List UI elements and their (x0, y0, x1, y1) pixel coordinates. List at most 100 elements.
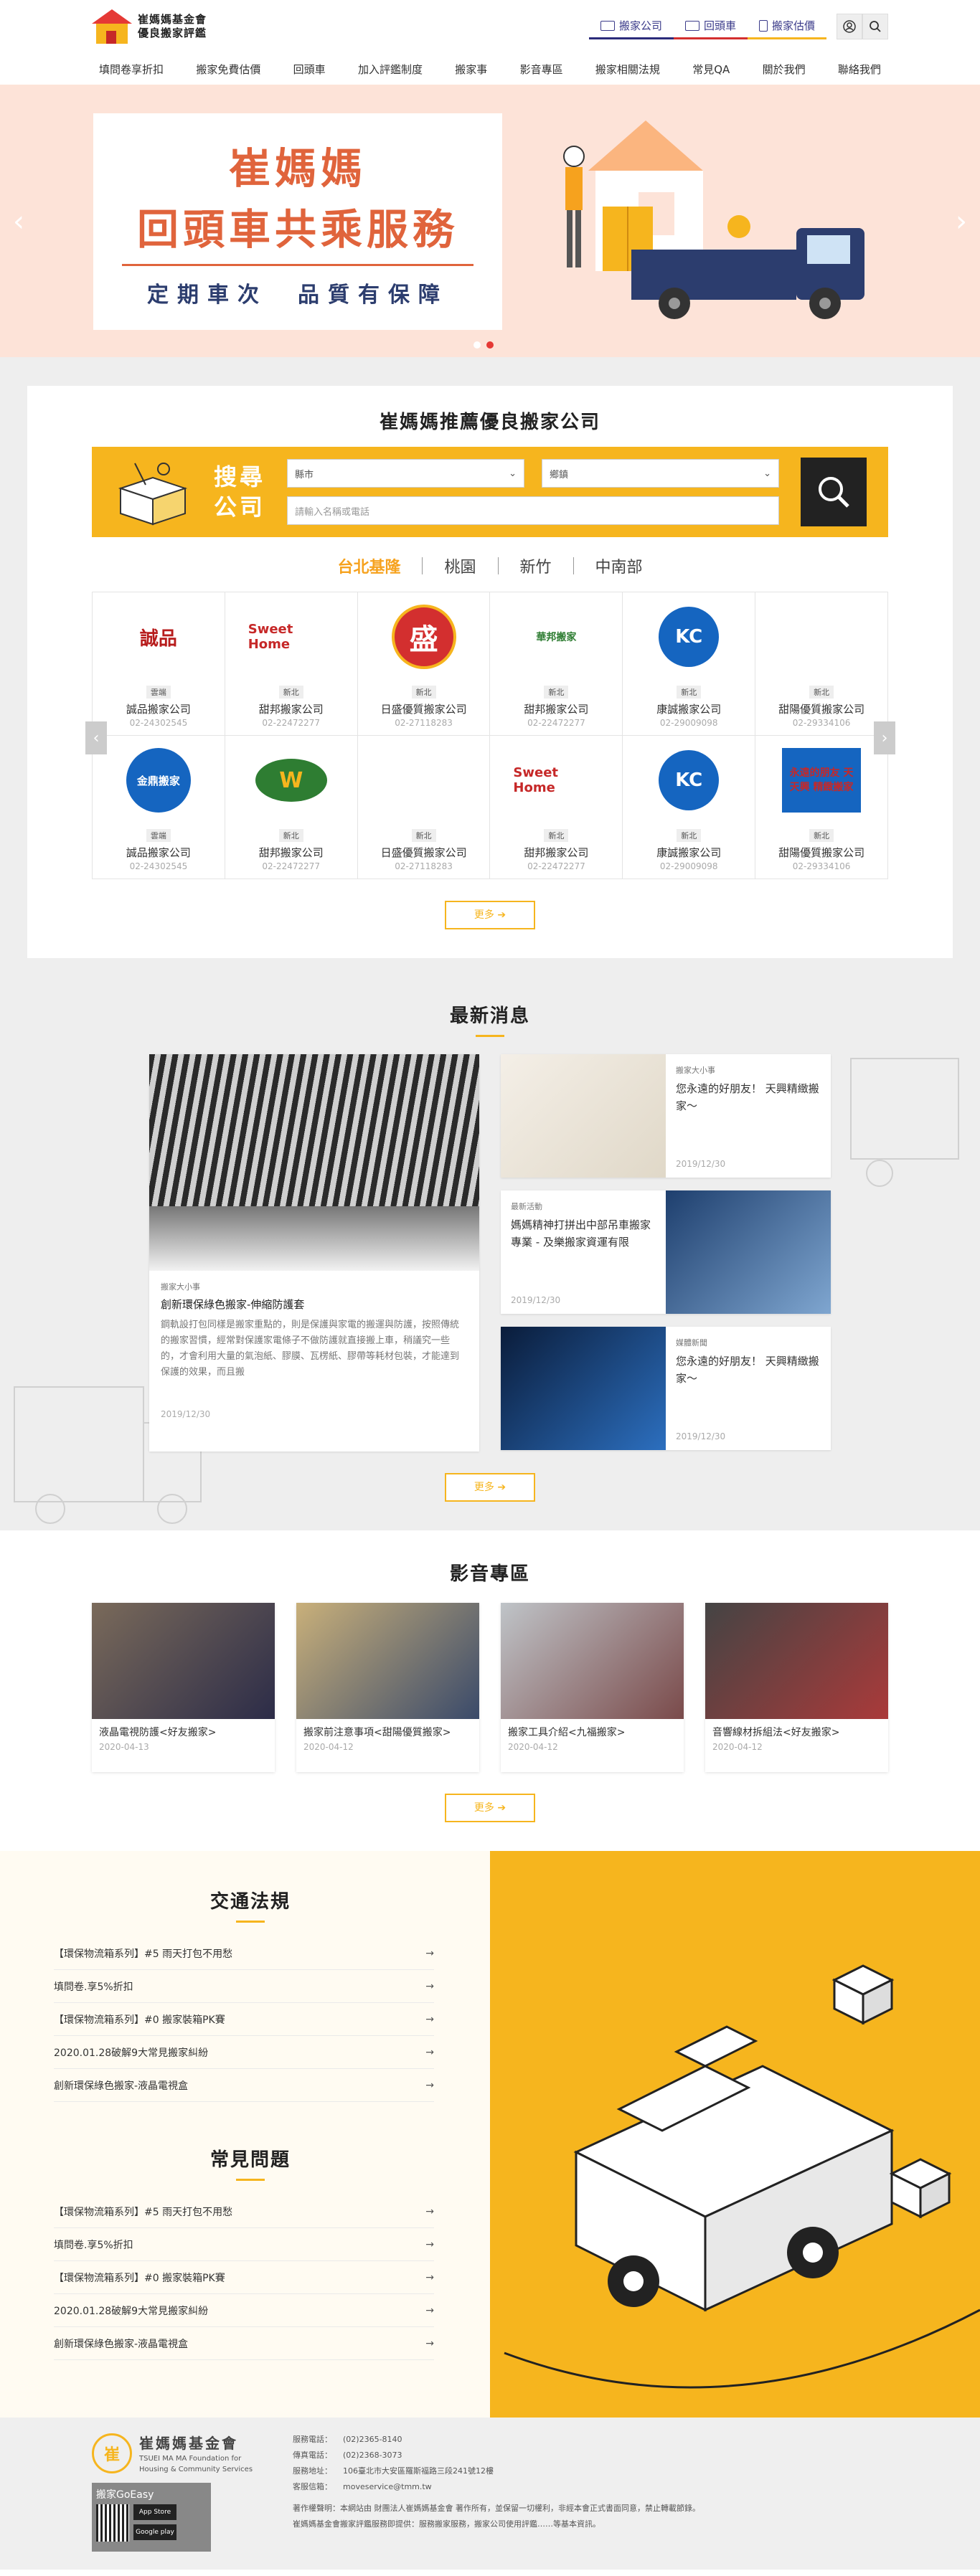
video-card-date: 2020-04-13 (99, 1742, 149, 1752)
site-logo[interactable]: 崔媽媽基金會 優良搬家評鑑 (92, 9, 207, 44)
company-region-badge: 新北 (677, 829, 702, 842)
law-list-item[interactable]: 2020.01.28破解9大常見搬家糾紛 → (54, 2036, 434, 2069)
grid-prev-arrow-icon[interactable]: ‹ (85, 721, 107, 754)
news-side-card[interactable]: 媒體新聞 您永遠的好朋友！ 天興精緻搬家～ 2019/12/30 (501, 1327, 831, 1450)
faq-list-item[interactable]: 2020.01.28破解9大常見搬家糾紛 → (54, 2294, 434, 2327)
site-footer: 崔 崔媽媽基金會 TSUEI MA MA Foundation for Hous… (0, 2418, 980, 2570)
company-name: 誠品搬家公司 (126, 846, 191, 859)
nav-moving[interactable]: 搬家事 (455, 62, 487, 77)
company-card[interactable]: KC 新北 康誠搬家公司 02-29009098 (623, 592, 756, 736)
company-card[interactable]: 新北 甜陽優質搬家公司 02-29334106 (755, 592, 888, 736)
law-list-item[interactable]: 【環保物流箱系列】#5 雨天打包不用愁 → (54, 1937, 434, 1970)
faq-list-item[interactable]: 創新環保綠色搬家-液晶電視盒 → (54, 2327, 434, 2360)
news-more-button[interactable]: 更多 ➔ (445, 1473, 535, 1502)
company-card[interactable]: 華邦搬家 新北 甜邦搬家公司 02-22472277 (490, 592, 623, 736)
grid-next-arrow-icon[interactable]: › (874, 721, 895, 754)
quick-link-estimate[interactable]: 搬家估價 (747, 15, 826, 39)
nav-survey[interactable]: 填問卷享折扣 (99, 62, 164, 77)
footer-email-link[interactable]: moveservice@tmm.tw (343, 2482, 432, 2491)
recommend-more-button[interactable]: 更多 ➔ (445, 901, 535, 929)
google-play-button[interactable]: Google play (133, 2524, 176, 2540)
company-logo: 金鼎搬家 (116, 744, 202, 816)
company-name-input[interactable]: 請輸入名稱或電話 (287, 496, 779, 525)
company-name: 甜邦搬家公司 (258, 703, 324, 716)
company-card[interactable]: 盛新北 日盛優質搬家公司 02-27118283 (357, 592, 491, 736)
quick-link-return-truck[interactable]: 回頭車 (673, 15, 748, 39)
law-list-item[interactable]: 填問卷.享5%折扣 → (54, 1970, 434, 2003)
company-region-badge: 新北 (278, 686, 303, 699)
video-card[interactable]: 搬家工具介紹<九福搬家> 2020-04-12 (501, 1603, 684, 1772)
banner-next-arrow-icon[interactable]: › (956, 205, 967, 238)
search-icon (819, 477, 849, 508)
company-card[interactable]: W 新北 甜邦搬家公司 02-22472277 (225, 736, 358, 879)
nav-contact[interactable]: 聯絡我們 (838, 62, 881, 77)
news-date: 2019/12/30 (676, 1159, 726, 1169)
company-card[interactable]: KC 新北 康誠搬家公司 02-29009098 (623, 736, 756, 879)
banner-dot-active[interactable] (486, 341, 494, 349)
video-card[interactable]: 搬家前注意事項<甜陽優質搬家> 2020-04-12 (296, 1603, 479, 1772)
nav-return-truck[interactable]: 回頭車 (293, 62, 326, 77)
video-card[interactable]: 液晶電視防護<好友搬家> 2020-04-13 (92, 1603, 275, 1772)
footer-logo[interactable]: 崔 崔媽媽基金會 TSUEI MA MA Foundation for Hous… (92, 2432, 264, 2474)
video-thumbnail (501, 1603, 684, 1719)
logo-house-icon (92, 9, 132, 44)
faq-list-item[interactable]: 填問卷.享5%折扣 → (54, 2228, 434, 2261)
nav-estimate[interactable]: 搬家免費估價 (196, 62, 260, 77)
arrow-right-icon: → (425, 2046, 434, 2058)
district-select[interactable]: 鄉鎮 ⌄ (542, 459, 780, 488)
app-label: 搬家GoEasy (96, 2489, 154, 2501)
logo-line2: 優良搬家評鑑 (138, 27, 207, 39)
company-card[interactable]: 永遠的朋友 天天興 精緻搬家 新北 甜陽優質搬家公司 02-29334106 (755, 736, 888, 879)
faq-list-item[interactable]: 【環保物流箱系列】#5 雨天打包不用愁 → (54, 2195, 434, 2228)
city-select[interactable]: 縣市 ⌄ (287, 459, 525, 488)
law-list-item[interactable]: 【環保物流箱系列】#0 搬家裝箱PK賽 → (54, 2003, 434, 2036)
footer-copyright-1: 著作權聲明：本網站由 財團法人崔媽媽基金會 著作所有，並保留一切權利，非經本會正… (293, 2504, 700, 2513)
law-list-item[interactable]: 創新環保綠色搬家-液晶電視盒 → (54, 2069, 434, 2102)
banner-dot[interactable] (473, 341, 481, 349)
nav-video[interactable]: 影音專區 (520, 62, 563, 77)
company-card[interactable]: 新北 日盛優質搬家公司 02-27118283 (357, 736, 491, 879)
laws-list: 【環保物流箱系列】#5 雨天打包不用愁 → 填問卷.享5%折扣 → 【環保物流箱系列… (54, 1937, 434, 2102)
tab-hsinchu[interactable]: 新竹 (499, 554, 573, 577)
app-store-button[interactable]: App Store (133, 2504, 176, 2520)
quick-link-movers[interactable]: 搬家公司 (588, 15, 674, 39)
company-name: 日盛優質搬家公司 (380, 846, 467, 859)
company-card[interactable]: 金鼎搬家 雲端 誠品搬家公司 02-24302545 (93, 736, 225, 879)
tab-central-south[interactable]: 中南部 (574, 554, 664, 577)
company-logo: KC (646, 744, 732, 816)
chevron-down-icon: ⌄ (509, 468, 517, 479)
hero-banner[interactable]: 崔媽媽 回頭車共乘服務 定期車次 品質有保障 ‹ › (0, 85, 980, 357)
banner-prev-arrow-icon[interactable]: ‹ (13, 205, 24, 238)
video-card[interactable]: 音響線材拆組法<好友搬家> 2020-04-12 (705, 1603, 888, 1772)
arrow-right-icon: → (425, 1980, 434, 1992)
nav-about[interactable]: 關於我們 (763, 62, 806, 77)
company-card[interactable]: Sweet Home 新北 甜邦搬家公司 02-22472277 (225, 592, 358, 736)
company-logo: 盛 (381, 601, 467, 673)
banner-dots (473, 341, 494, 349)
news-side-card[interactable]: 最新活動 媽媽精神打拼出中部吊車搬家專業 - 及樂搬家資運有限 2019/12/… (501, 1190, 831, 1314)
footer-name-en2: Housing & Community Services (139, 2466, 253, 2473)
app-download-box: 搬家GoEasy App Store Google play (92, 2483, 211, 2552)
news-side-title: 您永遠的好朋友！ 天興精緻搬家～ (676, 1355, 819, 1385)
footer-info-label: 客服信箱： (293, 2482, 332, 2491)
company-logo: W (248, 744, 334, 816)
company-search-button[interactable] (801, 458, 867, 526)
news-main-title: 創新環保綠色搬家-伸縮防護套 (161, 1298, 305, 1311)
search-button[interactable] (862, 14, 888, 39)
tab-taipei[interactable]: 台北基隆 (316, 554, 422, 577)
nav-join[interactable]: 加入評鑑制度 (358, 62, 423, 77)
company-phone: 02-22472277 (527, 861, 585, 871)
company-card[interactable]: 誠品 雲端 誠品搬家公司 02-24302545 (93, 592, 225, 736)
news-side-card[interactable]: 搬家大小事 您永遠的好朋友！ 天興精緻搬家～ 2019/12/30 (501, 1054, 831, 1178)
company-card[interactable]: Sweet Home 新北 甜邦搬家公司 02-22472277 (490, 736, 623, 879)
video-card-date: 2020-04-12 (712, 1742, 763, 1752)
company-name: 甜陽優質搬家公司 (778, 846, 865, 859)
nav-laws[interactable]: 搬家相關法規 (595, 62, 660, 77)
nav-qa[interactable]: 常見QA (692, 62, 730, 77)
tab-taoyuan[interactable]: 桃園 (423, 554, 497, 577)
user-button[interactable] (837, 14, 862, 39)
video-more-button[interactable]: 更多 ➔ (445, 1794, 535, 1822)
company-name: 日盛優質搬家公司 (380, 703, 467, 716)
faq-list-item[interactable]: 【環保物流箱系列】#0 搬家裝箱PK賽 → (54, 2261, 434, 2294)
news-main-card[interactable]: 搬家大小事 創新環保綠色搬家-伸縮防護套 鋼軌設打包同樣是搬家重點的，則是保護與… (149, 1054, 479, 1452)
